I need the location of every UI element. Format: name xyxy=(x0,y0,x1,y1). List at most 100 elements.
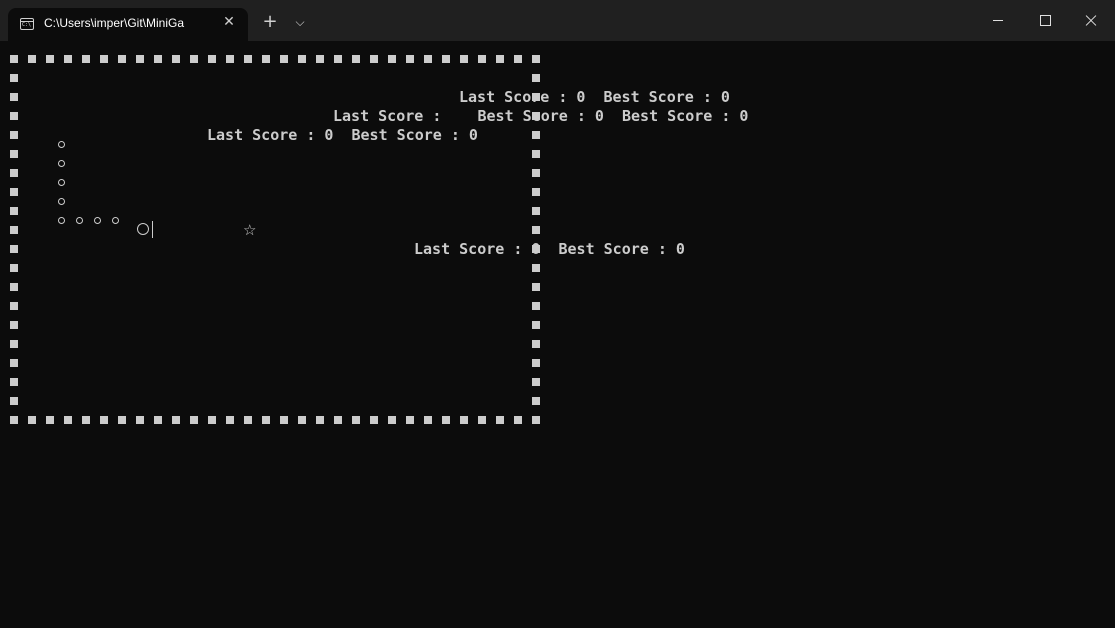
wall-block xyxy=(208,416,216,424)
close-tab-icon[interactable]: ✕ xyxy=(220,13,238,31)
minimize-icon[interactable] xyxy=(984,8,1012,34)
close-icon[interactable] xyxy=(1077,8,1105,34)
snake-body-segment xyxy=(58,160,65,167)
snake-body-segment xyxy=(58,141,65,148)
wall-block xyxy=(190,416,198,424)
wall-block xyxy=(262,416,270,424)
wall-block xyxy=(388,55,396,63)
wall-block xyxy=(532,397,540,405)
wall-block xyxy=(10,112,18,120)
wall-block xyxy=(10,150,18,158)
wall-block xyxy=(10,74,18,82)
wall-block xyxy=(10,188,18,196)
score-line: Last Score : 0 Best Score : 0 xyxy=(207,126,478,144)
wall-block xyxy=(244,416,252,424)
wall-block xyxy=(424,416,432,424)
wall-block xyxy=(532,188,540,196)
terminal-icon: C:\ xyxy=(20,18,34,30)
maximize-icon[interactable] xyxy=(1031,8,1059,34)
snake-body-segment xyxy=(58,198,65,205)
wall-block xyxy=(10,340,18,348)
wall-block xyxy=(460,416,468,424)
wall-block xyxy=(46,55,54,63)
wall-block xyxy=(496,55,504,63)
wall-block xyxy=(388,416,396,424)
wall-block xyxy=(280,55,288,63)
wall-block xyxy=(532,378,540,386)
wall-block xyxy=(10,169,18,177)
wall-block xyxy=(244,55,252,63)
wall-block xyxy=(406,55,414,63)
wall-block xyxy=(10,321,18,329)
wall-block xyxy=(10,131,18,139)
title-bar[interactable]: C:\ C:\Users\imper\Git\MiniGa ✕ + ⌵ xyxy=(0,0,1115,41)
snake-head xyxy=(137,223,149,235)
wall-block xyxy=(532,55,540,63)
wall-block xyxy=(136,416,144,424)
wall-block xyxy=(406,416,414,424)
wall-block xyxy=(424,55,432,63)
wall-block xyxy=(46,416,54,424)
wall-block xyxy=(532,169,540,177)
wall-block xyxy=(316,55,324,63)
wall-block xyxy=(10,55,18,63)
snake-body-segment xyxy=(58,179,65,186)
wall-block xyxy=(334,416,342,424)
text-cursor xyxy=(152,221,153,238)
wall-block xyxy=(532,321,540,329)
wall-block xyxy=(10,226,18,234)
wall-block xyxy=(28,55,36,63)
wall-block xyxy=(10,378,18,386)
wall-block xyxy=(100,416,108,424)
score-line: Last Score : 0 Best Score : 0 xyxy=(414,240,685,258)
tab-dropdown-icon[interactable]: ⌵ xyxy=(290,12,310,32)
wall-block xyxy=(298,55,306,63)
wall-block xyxy=(370,55,378,63)
wall-block xyxy=(532,340,540,348)
snake-body-segment xyxy=(58,217,65,224)
wall-block xyxy=(154,416,162,424)
wall-block xyxy=(298,416,306,424)
wall-block xyxy=(154,55,162,63)
wall-block xyxy=(10,416,18,424)
wall-block xyxy=(478,416,486,424)
wall-block xyxy=(532,150,540,158)
terminal-icon-label: C:\ xyxy=(22,22,32,28)
wall-block xyxy=(514,416,522,424)
terminal-tab[interactable]: C:\ C:\Users\imper\Git\MiniGa ✕ xyxy=(8,8,248,41)
wall-block xyxy=(28,416,36,424)
wall-block xyxy=(190,55,198,63)
wall-block xyxy=(118,416,126,424)
wall-block xyxy=(136,55,144,63)
wall-block xyxy=(478,55,486,63)
wall-block xyxy=(226,416,234,424)
wall-block xyxy=(64,416,72,424)
wall-block xyxy=(64,55,72,63)
score-line: Last Score : 0 Best Score : 0 xyxy=(459,88,730,106)
wall-block xyxy=(172,55,180,63)
new-tab-button[interactable]: + xyxy=(260,12,280,32)
wall-block xyxy=(10,245,18,253)
wall-block xyxy=(532,283,540,291)
terminal-window: C:\ C:\Users\imper\Git\MiniGa ✕ + ⌵ ☆ La… xyxy=(0,0,1115,628)
wall-block xyxy=(10,93,18,101)
console-area[interactable]: ☆ Last Score : 0 Best Score : 0 Last Sco… xyxy=(0,41,1115,628)
wall-block xyxy=(316,416,324,424)
wall-block xyxy=(532,416,540,424)
wall-block xyxy=(352,416,360,424)
wall-block xyxy=(532,302,540,310)
wall-block xyxy=(10,302,18,310)
wall-block xyxy=(226,55,234,63)
snake-body-segment xyxy=(112,217,119,224)
wall-block xyxy=(532,112,540,120)
wall-block xyxy=(172,416,180,424)
wall-block xyxy=(118,55,126,63)
wall-block xyxy=(514,55,522,63)
wall-block xyxy=(532,245,540,253)
snake-body-segment xyxy=(94,217,101,224)
wall-block xyxy=(532,74,540,82)
wall-block xyxy=(532,226,540,234)
wall-block xyxy=(10,207,18,215)
score-line: Last Score : Best Score : 0 Best Score :… xyxy=(333,107,749,125)
wall-block xyxy=(460,55,468,63)
